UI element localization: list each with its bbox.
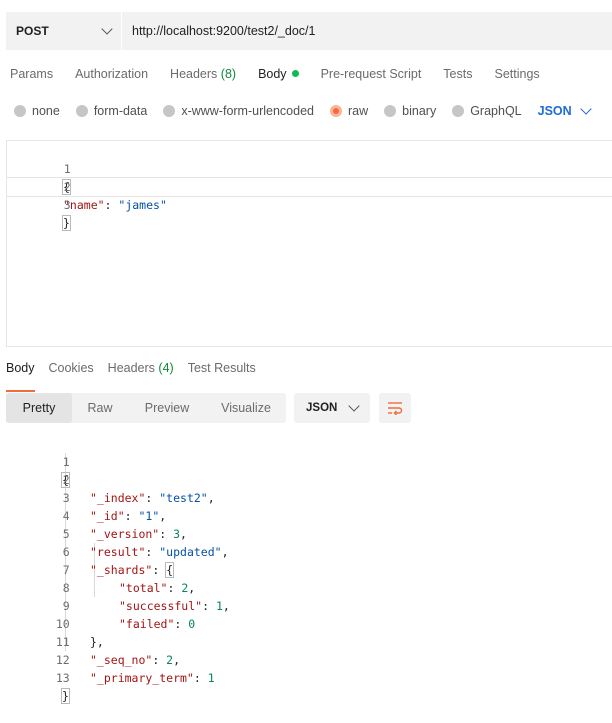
response-body-viewer: 1 { 2 "_index": "test2", 3 "_id": "1", 4… xyxy=(6,435,612,704)
tab-authorization[interactable]: Authorization xyxy=(75,67,148,87)
method-select[interactable]: POST xyxy=(6,12,122,50)
code-line: 9 "failed": 0 xyxy=(62,599,196,631)
code-line: 8 "successful": 1, xyxy=(62,581,230,613)
tab-response-headers[interactable]: Headers (4) xyxy=(108,361,174,385)
code-line: 6 "_shards": { xyxy=(62,545,175,578)
tab-test-results[interactable]: Test Results xyxy=(188,361,256,385)
radio-icon xyxy=(384,105,397,117)
request-url-bar: POST http://localhost:9200/test2/_doc/1 xyxy=(6,12,612,50)
code-line: 13 } xyxy=(55,671,70,704)
view-pretty-button[interactable]: Pretty xyxy=(6,393,72,423)
radio-binary[interactable]: binary xyxy=(384,104,436,118)
radio-icon xyxy=(452,105,465,117)
view-visualize-button[interactable]: Visualize xyxy=(206,393,286,423)
view-raw-button[interactable]: Raw xyxy=(72,393,128,423)
tab-settings[interactable]: Settings xyxy=(494,67,539,87)
tab-tests[interactable]: Tests xyxy=(443,67,472,87)
code-line: 3 "_id": "1", xyxy=(62,491,167,523)
body-indicator-dot-icon xyxy=(291,70,299,78)
tab-response-cookies[interactable]: Cookies xyxy=(49,361,94,385)
radio-none[interactable]: none xyxy=(14,104,60,118)
code-line: 10 }, xyxy=(55,617,104,649)
radio-selected-icon xyxy=(330,105,342,117)
response-format-select[interactable]: JSON xyxy=(294,393,370,423)
chevron-down-icon xyxy=(580,103,592,115)
radio-form-data[interactable]: form-data xyxy=(75,104,147,118)
tab-pre-request-script[interactable]: Pre-request Script xyxy=(321,67,422,87)
code-line: 2 "name": "james" xyxy=(63,180,167,212)
response-headers-count: (4) xyxy=(158,361,174,375)
code-line: 11 "_seq_no": 2, xyxy=(55,635,181,667)
radio-icon xyxy=(75,105,88,117)
radio-raw[interactable]: raw xyxy=(330,104,368,118)
radio-icon xyxy=(14,105,26,117)
tab-headers[interactable]: Headers (8) xyxy=(170,67,236,87)
code-line: 2 "_index": "test2", xyxy=(62,473,215,505)
request-body-editor[interactable]: 1 { 2 "name": "james" 3 } xyxy=(6,140,612,347)
code-line: 7 "total": 2, xyxy=(62,563,196,595)
chevron-down-icon xyxy=(348,400,360,412)
code-line: 5 "result": "updated", xyxy=(62,527,229,559)
tab-body[interactable]: Body xyxy=(258,67,299,87)
tab-params[interactable]: Params xyxy=(10,67,53,87)
body-type-options: none form-data x-www-form-urlencoded raw… xyxy=(14,103,592,119)
headers-count: (8) xyxy=(220,67,237,81)
url-input[interactable]: http://localhost:9200/test2/_doc/1 xyxy=(122,12,612,50)
code-line: 12 "_primary_term": 1 xyxy=(55,653,215,685)
request-tabs: Params Authorization Headers (8) Body Pr… xyxy=(10,67,562,87)
wrap-lines-button[interactable] xyxy=(379,393,411,423)
code-line: 1 { xyxy=(61,455,70,488)
body-format-select[interactable]: JSON xyxy=(538,103,592,118)
response-tabs: Body Cookies Headers (4) Test Results xyxy=(6,361,270,392)
radio-x-www-form-urlencoded[interactable]: x-www-form-urlencoded xyxy=(163,104,314,118)
chevron-down-icon xyxy=(101,23,113,35)
view-preview-button[interactable]: Preview xyxy=(128,393,206,423)
method-label: POST xyxy=(16,24,49,38)
code-line: 1 { xyxy=(62,162,71,195)
radio-icon xyxy=(163,105,176,117)
tab-response-body[interactable]: Body xyxy=(6,361,35,392)
wrap-lines-icon xyxy=(388,402,403,415)
code-line-current: 3 } xyxy=(7,177,612,231)
response-view-toggle: Pretty Raw Preview Visualize xyxy=(6,393,286,423)
radio-graphql[interactable]: GraphQL xyxy=(452,104,522,118)
code-line: 4 "_version": 3, xyxy=(62,509,187,541)
